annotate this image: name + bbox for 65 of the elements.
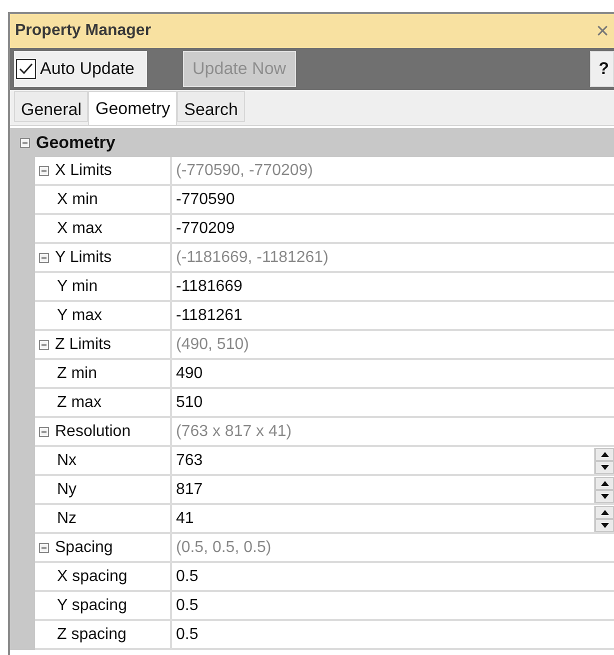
up-arrow-icon bbox=[600, 510, 608, 514]
checkbox-label: Auto Update bbox=[40, 58, 135, 80]
tab[interactable]: Search bbox=[177, 91, 245, 122]
property-name: Nz bbox=[57, 508, 77, 528]
property-value[interactable]: 817 bbox=[172, 478, 203, 502]
group-name[interactable]: Resolution bbox=[35, 418, 172, 445]
down-arrow-icon bbox=[600, 464, 608, 470]
property-name: Y max bbox=[57, 306, 102, 326]
collapse-icon[interactable] bbox=[39, 252, 49, 262]
group-name[interactable]: Spacing bbox=[35, 534, 172, 561]
property-value[interactable]: -1181669 bbox=[172, 274, 242, 298]
spin-buttons[interactable] bbox=[594, 476, 614, 502]
down-arrow-icon bbox=[600, 494, 608, 498]
property-name: Z spacing bbox=[57, 624, 126, 644]
property-value[interactable]: -1181261 bbox=[172, 304, 242, 328]
help-button[interactable]: ? bbox=[590, 51, 614, 87]
group-name[interactable]: Z Limits bbox=[35, 331, 172, 358]
category-label: Geometry bbox=[36, 132, 116, 154]
property-value[interactable]: 41 bbox=[172, 506, 194, 530]
spin-buttons[interactable] bbox=[594, 506, 614, 532]
property-value[interactable]: 763 bbox=[172, 448, 203, 472]
auto-update-checkbox[interactable]: Auto Update bbox=[14, 51, 147, 87]
collapse-icon[interactable] bbox=[39, 542, 49, 552]
category-row[interactable]: Geometry bbox=[10, 128, 614, 157]
property-summary: (-770590, -770209) bbox=[175, 160, 313, 180]
collapse-icon[interactable] bbox=[20, 138, 30, 148]
collapse-icon[interactable] bbox=[39, 426, 49, 436]
property-name: Z max bbox=[57, 392, 102, 412]
property-name: Z min bbox=[57, 364, 97, 384]
property-name: X spacing bbox=[57, 566, 128, 586]
group-name[interactable]: Y Limits bbox=[35, 244, 172, 271]
property-value[interactable]: -770209 bbox=[172, 216, 235, 240]
property-value[interactable]: -770590 bbox=[172, 188, 235, 212]
down-arrow-icon bbox=[600, 522, 608, 528]
checkbox[interactable] bbox=[16, 59, 36, 79]
property-summary: (490, 510) bbox=[175, 334, 249, 354]
property-value[interactable]: 0.5 bbox=[172, 594, 198, 618]
property-name: Nx bbox=[57, 450, 77, 470]
property-name: Y min bbox=[57, 276, 98, 296]
group-name[interactable]: X Limits bbox=[35, 157, 172, 184]
collapse-icon[interactable] bbox=[39, 340, 49, 350]
collapse-icon[interactable] bbox=[39, 166, 49, 176]
property-summary: (0.5, 0.5, 0.5) bbox=[175, 538, 272, 558]
property-name: X max bbox=[57, 218, 102, 238]
property-name: Y Limits bbox=[55, 248, 112, 268]
check-icon bbox=[19, 63, 33, 75]
property-name: X min bbox=[57, 190, 98, 210]
property-value[interactable]: 490 bbox=[172, 362, 203, 386]
property-name: Spacing bbox=[55, 538, 113, 558]
property-name: X Limits bbox=[55, 160, 112, 180]
property-name: Z Limits bbox=[55, 334, 111, 354]
property-name: Y spacing bbox=[57, 596, 127, 616]
property-summary: (763 x 817 x 41) bbox=[175, 422, 292, 442]
up-arrow-icon bbox=[600, 452, 608, 456]
property-name: Resolution bbox=[55, 422, 131, 442]
property-value[interactable]: 0.5 bbox=[172, 564, 198, 588]
property-name: Ny bbox=[57, 480, 77, 500]
tab[interactable]: Geometry bbox=[88, 91, 178, 125]
property-summary: (-1181669, -1181261) bbox=[175, 248, 328, 268]
spin-buttons[interactable] bbox=[594, 448, 614, 474]
window-title: Property Manager bbox=[15, 21, 152, 41]
property-value[interactable]: 0.5 bbox=[172, 622, 198, 646]
property-value[interactable]: 510 bbox=[172, 390, 203, 414]
tab[interactable]: General bbox=[14, 91, 88, 122]
up-arrow-icon bbox=[600, 480, 608, 486]
